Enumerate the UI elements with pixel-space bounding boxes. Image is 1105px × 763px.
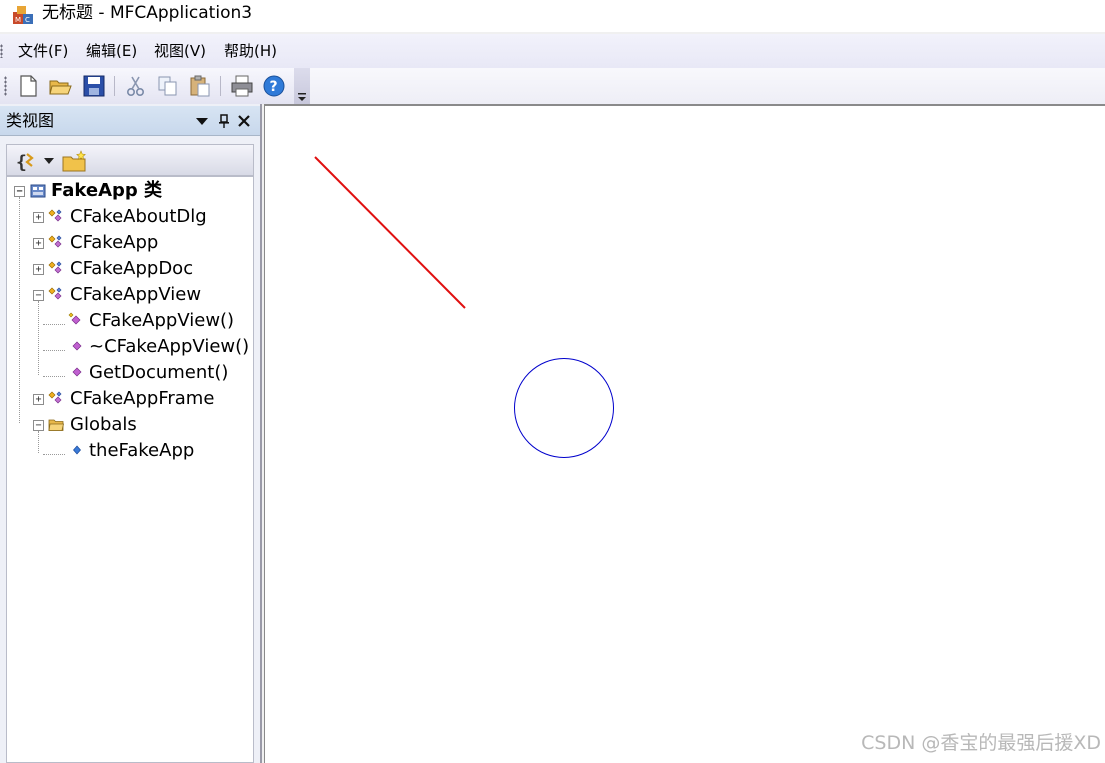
panel-title: 类视图 [6, 111, 55, 130]
menu-edit[interactable]: 编辑(E) [86, 42, 137, 60]
help-icon[interactable]: ? [262, 74, 286, 98]
drawn-circle [514, 358, 614, 458]
tree-item-globals[interactable]: − Globals [7, 412, 253, 438]
menubar-grip [0, 44, 3, 58]
paste-icon[interactable] [188, 74, 212, 98]
svg-text:C: C [25, 16, 30, 24]
menu-file[interactable]: 文件(F) [18, 42, 68, 60]
dropdown-arrow-icon[interactable] [194, 112, 210, 130]
tree-item-label: CFakeAboutDlg [70, 206, 207, 227]
svg-text:?: ? [270, 79, 278, 95]
class-icon [48, 235, 62, 248]
tree-item-class[interactable]: + CFakeAboutDlg [7, 204, 253, 230]
window-title: 无标题 - MFCApplication3 [42, 3, 253, 23]
class-view-toolbar: { [6, 144, 254, 176]
expand-toggle[interactable]: + [33, 264, 44, 275]
tree-item-label: GetDocument() [89, 362, 229, 383]
collapse-toggle[interactable]: − [33, 420, 44, 431]
drawn-line [314, 156, 466, 309]
tree-item-label: CFakeAppView() [89, 310, 235, 331]
tree-item-label: CFakeAppDoc [70, 258, 194, 279]
cut-icon[interactable] [124, 74, 148, 98]
tree-item-label: Globals [70, 414, 137, 435]
watermark-text: CSDN @香宝的最强后援XD [861, 732, 1101, 754]
toolbar-background [310, 68, 1105, 104]
class-icon [48, 287, 62, 300]
toolbar-grip[interactable] [4, 76, 7, 96]
expand-toggle[interactable]: + [33, 238, 44, 249]
svg-text:{: { [16, 152, 27, 173]
class-icon [48, 391, 62, 404]
document-view[interactable]: CSDN @香宝的最强后援XD [264, 104, 1105, 763]
method-icon [72, 341, 82, 351]
class-view-settings-icon[interactable]: { [15, 149, 39, 173]
tree-item-label: CFakeAppView [70, 284, 202, 305]
tree-item-class[interactable]: − CFakeAppView [7, 282, 253, 308]
class-view-panel: 类视图 {− FakeApp 类 + CFakeAboutDlg + CFak… [0, 104, 262, 763]
copy-icon[interactable] [156, 74, 180, 98]
tree-item-project[interactable]: − FakeApp 类 [7, 178, 253, 204]
menu-view[interactable]: 视图(V) [154, 42, 206, 60]
open-folder-icon[interactable] [48, 74, 72, 98]
variable-icon [73, 445, 81, 455]
tree-item-class[interactable]: + CFakeAppFrame [7, 386, 253, 412]
tree-item-class[interactable]: + CFakeAppDoc [7, 256, 253, 282]
tree-item-method[interactable]: GetDocument() [7, 360, 253, 386]
drawing-canvas [314, 156, 614, 458]
tree-item-label: theFakeApp [89, 440, 195, 461]
title-bar: M C 无标题 - MFCApplication3 [0, 0, 1105, 32]
method-icon [72, 367, 82, 377]
tree-item-label: ~CFakeAppView() [89, 336, 250, 357]
chevron-down-icon [298, 93, 306, 101]
menu-bar: 文件(F) 编辑(E) 视图(V) 帮助(H) [0, 34, 1105, 68]
expand-toggle[interactable]: + [33, 212, 44, 223]
mfc-app-icon: M C [13, 6, 33, 24]
class-tree: − FakeApp 类 + CFakeAboutDlg + CFakeApp +… [6, 176, 254, 763]
menu-help[interactable]: 帮助(H) [224, 42, 277, 60]
tree-item-variable[interactable]: theFakeApp [7, 438, 253, 464]
project-icon [30, 184, 46, 198]
tree-item-method[interactable]: ~CFakeAppView() [7, 334, 253, 360]
print-icon[interactable] [230, 74, 254, 98]
tree-item-label: FakeApp 类 [51, 180, 163, 201]
class-icon [48, 209, 62, 222]
tree-item-label: CFakeAppFrame [70, 388, 215, 409]
toolbar-separator [114, 76, 115, 96]
expand-toggle[interactable]: + [33, 394, 44, 405]
tree-item-class[interactable]: + CFakeApp [7, 230, 253, 256]
tree-item-method[interactable]: CFakeAppView() [7, 308, 253, 334]
close-icon[interactable] [236, 112, 252, 130]
dropdown-arrow-icon[interactable] [43, 155, 55, 167]
panel-header: 类视图 [0, 106, 260, 136]
class-icon [48, 261, 62, 274]
folder-icon [48, 419, 64, 431]
svg-text:M: M [15, 16, 21, 24]
toolbar-separator [220, 76, 221, 96]
standard-toolbar: ? [0, 68, 310, 104]
save-icon[interactable] [82, 74, 106, 98]
pin-icon[interactable] [216, 112, 232, 130]
new-file-icon[interactable] [16, 74, 40, 98]
constructor-method-icon [68, 312, 81, 325]
tree-item-label: CFakeApp [70, 232, 159, 253]
collapse-toggle[interactable]: − [33, 290, 44, 301]
new-folder-icon[interactable] [61, 149, 89, 173]
collapse-toggle[interactable]: − [14, 186, 25, 197]
toolbar-overflow-button[interactable] [294, 68, 310, 104]
